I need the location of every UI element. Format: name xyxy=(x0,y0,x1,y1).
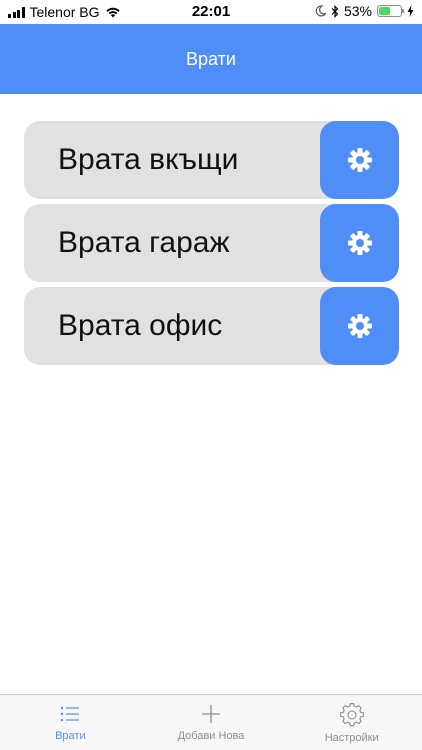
plus-icon xyxy=(202,705,220,723)
door-label: Врата офис xyxy=(58,309,223,342)
tab-doors[interactable]: Врати xyxy=(0,695,141,750)
door-settings-button[interactable] xyxy=(320,121,399,199)
battery-icon xyxy=(377,5,404,17)
status-right: 53% xyxy=(315,3,414,19)
door-item-office[interactable]: Врата офис xyxy=(24,287,399,365)
tab-label: Добави Нова xyxy=(177,730,245,742)
app-screen: Telenor BG 22:01 53% Врати Врата вкъщи В… xyxy=(0,0,422,750)
door-item-home[interactable]: Врата вкъщи xyxy=(24,121,399,199)
charging-bolt-icon xyxy=(407,5,414,17)
tab-label: Настройки xyxy=(324,732,379,744)
gear-icon xyxy=(347,148,372,172)
gear-icon xyxy=(339,703,364,727)
battery-fill xyxy=(379,7,391,15)
door-item-garage[interactable]: Врата гараж xyxy=(24,204,399,282)
list-icon xyxy=(61,706,80,722)
gear-icon xyxy=(347,314,372,338)
door-settings-button[interactable] xyxy=(320,287,399,365)
bluetooth-icon xyxy=(331,4,339,18)
tab-add-new[interactable]: Добави Нова xyxy=(141,695,282,750)
door-label: Врата гараж xyxy=(58,226,230,259)
door-label: Врата вкъщи xyxy=(58,143,239,176)
page-title: Врати xyxy=(186,48,236,69)
gear-icon xyxy=(347,231,372,255)
status-bar: Telenor BG 22:01 53% xyxy=(0,0,422,24)
door-settings-button[interactable] xyxy=(320,204,399,282)
tab-label: Врати xyxy=(55,730,86,742)
moon-icon xyxy=(315,5,326,17)
door-list: Врата вкъщи Врата гараж Врата офис xyxy=(24,121,399,370)
tab-settings[interactable]: Настройки xyxy=(281,695,422,750)
tab-bar: Врати Добави Нова Настройки xyxy=(0,694,422,750)
navigation-bar: Врати xyxy=(0,24,422,94)
battery-percent: 53% xyxy=(343,3,372,19)
